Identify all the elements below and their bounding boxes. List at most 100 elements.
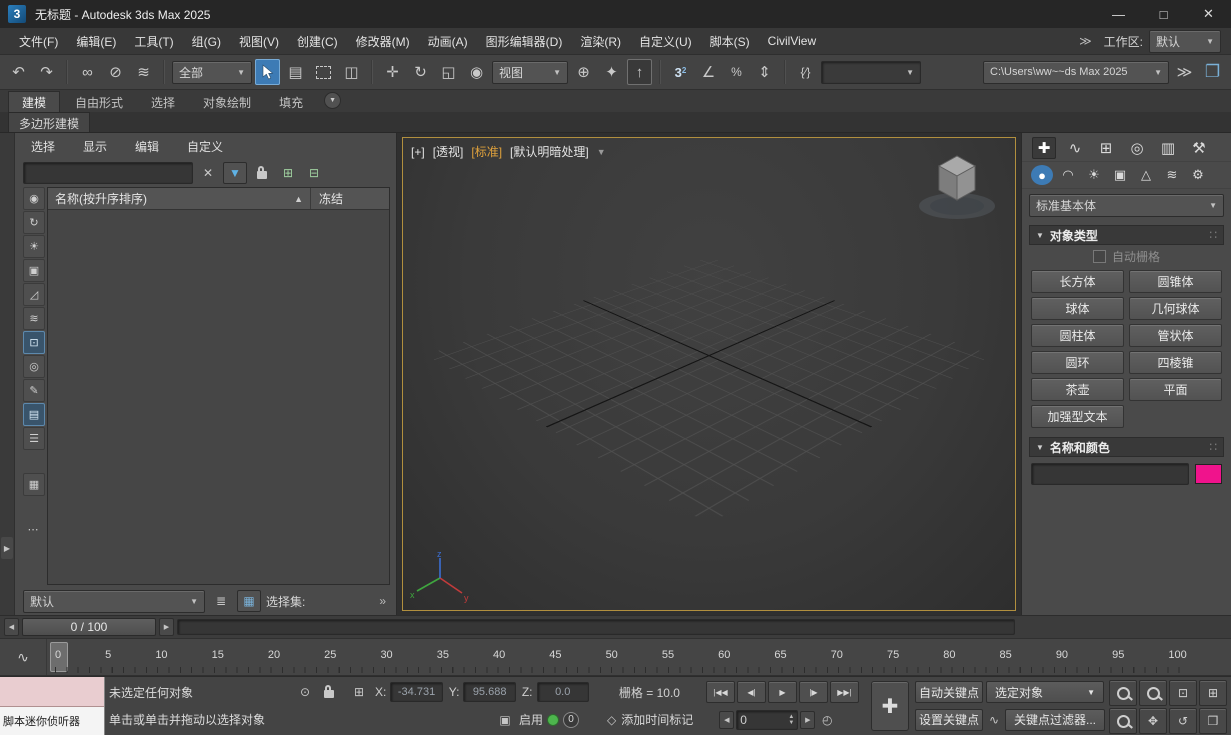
filter-lights-icon[interactable]: ☀: [23, 235, 45, 258]
menu-modifiers[interactable]: 修改器(M): [347, 30, 419, 53]
button-teapot[interactable]: 茶壶: [1031, 378, 1124, 401]
key-filters-button[interactable]: 关键点过滤器...: [1005, 709, 1105, 731]
ribbon-tab-modeling[interactable]: 建模: [8, 91, 60, 112]
select-and-rotate-button[interactable]: ↻: [408, 59, 433, 85]
named-selection-set-dropdown[interactable]: ▼: [821, 61, 921, 84]
button-plane[interactable]: 平面: [1129, 378, 1222, 401]
layers-stack-icon[interactable]: ≣: [210, 591, 232, 611]
pick-add-icon[interactable]: ⊞: [277, 163, 299, 183]
listener-pane[interactable]: 脚本迷你侦听器: [0, 707, 104, 735]
filter-xrefs-icon[interactable]: ◎: [23, 355, 45, 378]
zoom-button[interactable]: [1109, 680, 1137, 706]
search-clear-icon[interactable]: ✕: [197, 163, 219, 183]
play-button[interactable]: ▶: [768, 681, 797, 703]
filter-cameras-icon[interactable]: ▣: [23, 259, 45, 282]
go-to-end-button[interactable]: ▶▶|: [830, 681, 859, 703]
menu-views[interactable]: 视图(V): [230, 30, 288, 53]
reference-coordinate-dropdown[interactable]: 视图 ▼: [492, 61, 568, 84]
explorer-menu-display[interactable]: 显示: [83, 138, 107, 155]
menu-animation[interactable]: 动画(A): [419, 30, 477, 53]
maximize-button[interactable]: □: [1141, 0, 1186, 28]
maxscript-mini-listener[interactable]: 脚本迷你侦听器: [0, 677, 105, 735]
x-coordinate-field[interactable]: -34.731: [390, 682, 442, 702]
frame-number-field[interactable]: 0 ▲ ▼: [736, 710, 798, 730]
snaps-toggle-3d[interactable]: 32: [668, 59, 693, 85]
ribbon-tab-object-paint[interactable]: 对象绘制: [190, 92, 264, 112]
create-tab-icon[interactable]: ✚: [1032, 137, 1056, 159]
edit-named-selection-sets-button[interactable]: {∕}: [793, 59, 818, 85]
button-cone[interactable]: 圆锥体: [1129, 270, 1222, 293]
sort-ascending-icon[interactable]: ▲: [294, 194, 303, 204]
filter-funnel-icon[interactable]: ▼: [223, 162, 247, 184]
keyboard-shortcut-override-toggle[interactable]: ↑: [627, 59, 652, 85]
go-to-start-button[interactable]: |◀◀: [706, 681, 735, 703]
set-key-button[interactable]: 设置关键点: [915, 709, 983, 731]
use-pivot-center-button[interactable]: ⊕: [571, 59, 596, 85]
filter-display-all-icon[interactable]: ◉: [23, 187, 45, 210]
select-object-button[interactable]: [255, 59, 280, 85]
track-bar-ruler[interactable]: 0 5 10 15 20 25 30 35 40 45 50 55 60 65 …: [55, 639, 1187, 675]
frame-step-back-button[interactable]: ◀: [719, 711, 734, 729]
spinner-down-icon[interactable]: ▼: [788, 720, 794, 726]
frame-step-forward-button[interactable]: ▶: [800, 711, 815, 729]
viewport-general-menu[interactable]: [+]: [411, 145, 425, 159]
cameras-category-icon[interactable]: ▣: [1109, 165, 1131, 185]
object-name-field[interactable]: [1031, 463, 1189, 485]
select-and-place-button[interactable]: ◉: [464, 59, 489, 85]
menu-group[interactable]: 组(G): [183, 30, 230, 53]
minimize-button[interactable]: —: [1096, 0, 1141, 28]
selection-lock-icon[interactable]: [319, 682, 339, 702]
redo-button[interactable]: ↷: [34, 59, 59, 85]
explorer-menu-edit[interactable]: 编辑: [135, 138, 159, 155]
ribbon-tab-selection[interactable]: 选择: [138, 92, 188, 112]
viewport-standard-menu[interactable]: [标准]: [471, 143, 502, 160]
ribbon-panel-polygon-modeling[interactable]: 多边形建模: [8, 112, 90, 132]
select-and-move-button[interactable]: ✛: [380, 59, 405, 85]
menu-scripting[interactable]: 脚本(S): [701, 30, 759, 53]
time-configuration-button[interactable]: ◴: [817, 710, 837, 730]
isolate-selection-icon[interactable]: ⊙: [295, 682, 315, 702]
ribbon-tab-freeform[interactable]: 自由形式: [62, 92, 136, 112]
unlink-selection-icon[interactable]: ⊘: [103, 59, 128, 85]
systems-category-icon[interactable]: ⚙: [1187, 165, 1209, 185]
window-crossing-toggle[interactable]: ◫: [339, 59, 364, 85]
select-by-name-button[interactable]: ▤: [283, 59, 308, 85]
button-geosphere[interactable]: 几何球体: [1129, 297, 1222, 320]
per-view-filter-icon[interactable]: ▼: [597, 147, 606, 157]
pick-remove-icon[interactable]: ⊟: [303, 163, 325, 183]
modify-tab-icon[interactable]: ∿: [1063, 137, 1087, 159]
spinner-snap-toggle[interactable]: ⇕: [752, 59, 777, 85]
angle-snap-toggle[interactable]: ∠: [696, 59, 721, 85]
toolbar-overflow-icon[interactable]: ≫: [1172, 59, 1197, 85]
explorer-preset-dropdown[interactable]: 默认 ▼: [23, 590, 205, 613]
filter-helpers-icon[interactable]: ◿: [23, 283, 45, 306]
filter-containers-icon[interactable]: ▦: [23, 473, 45, 496]
button-tube[interactable]: 管状体: [1129, 324, 1222, 347]
undo-button[interactable]: ↶: [6, 59, 31, 85]
close-button[interactable]: ✕: [1186, 0, 1231, 28]
menu-edit[interactable]: 编辑(E): [67, 30, 125, 53]
previous-frame-button[interactable]: ◀|: [737, 681, 766, 703]
time-slider-track[interactable]: [177, 619, 1015, 635]
select-and-manipulate-button[interactable]: ✦: [599, 59, 624, 85]
time-slider-next-button[interactable]: ▶: [159, 618, 174, 636]
maximize-viewport-toggle[interactable]: ❒: [1199, 708, 1227, 734]
open-mini-curve-editor-button[interactable]: ∿: [0, 639, 47, 675]
select-and-scale-button[interactable]: ◱: [436, 59, 461, 85]
object-color-swatch[interactable]: [1195, 464, 1222, 484]
motion-tab-icon[interactable]: ◎: [1125, 137, 1149, 159]
project-folder-dropdown[interactable]: C:\Users\ww~~ds Max 2025 ▼: [983, 61, 1169, 84]
zoom-region-button[interactable]: [1109, 708, 1137, 734]
button-cylinder[interactable]: 圆柱体: [1031, 324, 1124, 347]
notification-badge[interactable]: 0: [563, 712, 579, 728]
viewcube[interactable]: [909, 144, 1005, 233]
button-pyramid[interactable]: 四棱锥: [1129, 351, 1222, 374]
viewport-tabs-flyout-button[interactable]: ▶: [1, 537, 13, 559]
menu-civilview[interactable]: CivilView: [759, 31, 825, 51]
display-tab-icon[interactable]: ▥: [1156, 137, 1180, 159]
explorer-search-input[interactable]: [23, 162, 193, 184]
zoom-extents-all-button[interactable]: ⊞: [1199, 680, 1227, 706]
button-text-plus[interactable]: 加强型文本: [1031, 405, 1124, 428]
explorer-menu-select[interactable]: 选择: [31, 138, 55, 155]
pan-view-button[interactable]: ✥: [1139, 708, 1167, 734]
